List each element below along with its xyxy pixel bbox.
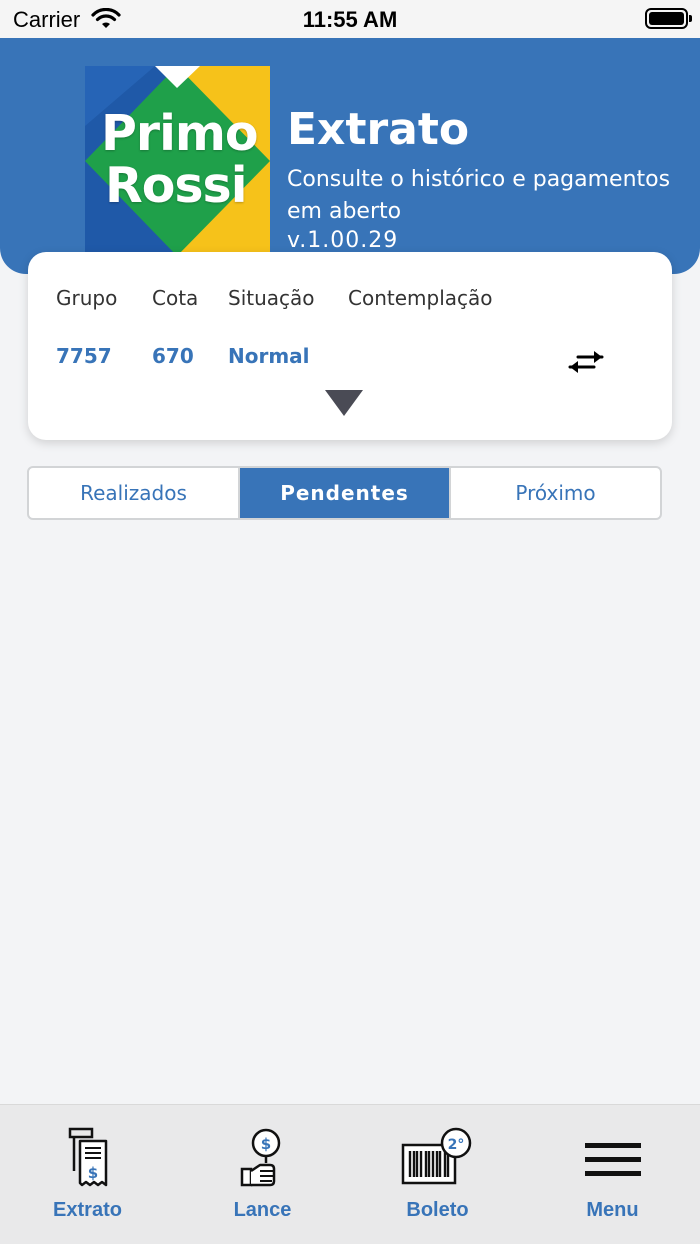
tab-lance[interactable]: $ Lance (175, 1105, 350, 1244)
page-title: Extrato (287, 104, 470, 155)
cota-value: 670 (152, 344, 194, 368)
tab-extrato-label: Extrato (53, 1199, 122, 1221)
grupo-label: Grupo (56, 286, 118, 310)
primo-rossi-logo: Primo Rossi (85, 66, 270, 256)
bottom-tab-bar: $ Extrato $ Lance 2° Boleto Menu (0, 1104, 700, 1244)
page-header: Primo Rossi Extrato Consulte o histórico… (0, 38, 700, 274)
tab-menu-label: Menu (586, 1199, 639, 1221)
situacao-value: Normal (228, 344, 310, 368)
tab-boleto[interactable]: 2° Boleto (350, 1105, 525, 1244)
app-version: v.1.00.29 (287, 228, 399, 253)
tab-lance-label: Lance (233, 1199, 292, 1221)
app-screen: Carrier 11:55 AM Primo Rossi Extrato Con… (0, 0, 700, 1244)
expand-details-icon[interactable] (325, 390, 363, 420)
clock: 11:55 AM (302, 7, 398, 32)
hamburger-menu-icon (583, 1127, 643, 1193)
tab-menu[interactable]: Menu (525, 1105, 700, 1244)
svg-text:2°: 2° (447, 1137, 464, 1153)
battery-icon (645, 8, 692, 29)
logo-line2: Rossi (105, 157, 248, 214)
receipt-icon: $ (66, 1127, 110, 1193)
segment-realizados[interactable]: Realizados (29, 468, 238, 518)
svg-text:$: $ (260, 1135, 270, 1153)
grupo-value: 7757 (56, 344, 112, 368)
svg-text:$: $ (87, 1164, 97, 1182)
logo-line1: Primo (101, 105, 259, 162)
tab-boleto-label: Boleto (406, 1199, 469, 1221)
cota-label: Cota (152, 286, 199, 310)
barcode-icon: 2° (400, 1127, 476, 1193)
quota-info-card: Grupo Cota Situação Contemplação 7757 67… (28, 252, 672, 440)
segment-proximo[interactable]: Próximo (449, 468, 660, 518)
tab-extrato[interactable]: $ Extrato (0, 1105, 175, 1244)
page-subtitle: Consulte o histórico e pagamentos em abe… (287, 167, 671, 224)
contemplacao-label: Contemplação (348, 286, 493, 310)
situacao-label: Situação (228, 286, 315, 310)
status-bar: Carrier 11:55 AM (0, 0, 700, 38)
statement-segmented-control: Realizados Pendentes Próximo (27, 466, 662, 520)
bid-icon: $ (240, 1127, 286, 1193)
segment-pendentes[interactable]: Pendentes (238, 468, 449, 518)
swap-quota-icon[interactable] (568, 348, 604, 380)
